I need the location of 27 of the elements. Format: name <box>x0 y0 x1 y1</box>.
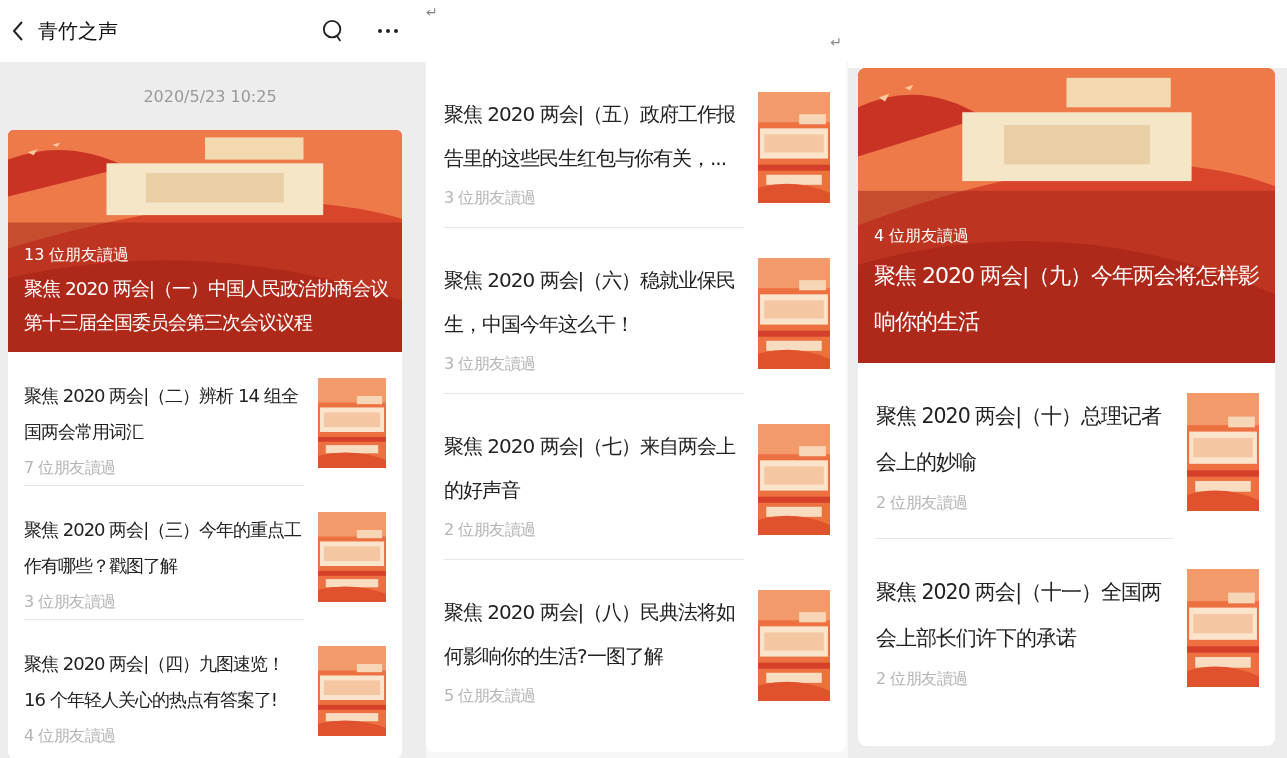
article-title[interactable]: 聚焦 2020 两会|（七）来自两会上的好声音 <box>444 424 744 512</box>
read-count: 13 位朋友讀過 <box>24 245 131 266</box>
read-count: 3 位朋友讀過 <box>444 354 537 375</box>
article-title[interactable]: 聚焦 2020 两会|（五）政府工作报告里的这些民生红包与你有关，... <box>444 92 744 180</box>
article-title[interactable]: 聚焦 2020 两会|（四）九图速览！16 个年轻人关心的热点有答案了! <box>24 646 304 718</box>
back-icon[interactable] <box>12 21 24 41</box>
read-count: 5 位朋友讀過 <box>444 686 537 707</box>
read-count: 3 位朋友讀過 <box>24 592 117 613</box>
article-title[interactable]: 聚焦 2020 两会|（十一）全国两会上部长们许下的承诺 <box>876 569 1173 661</box>
read-count: 2 位朋友讀過 <box>444 520 537 541</box>
article-title[interactable]: 聚焦 2020 两会|（十）总理记者会上的妙喻 <box>876 393 1173 485</box>
search-icon[interactable] <box>322 19 344 43</box>
more-icon[interactable] <box>378 29 398 33</box>
paragraph-mark: ↵ <box>426 3 438 20</box>
timestamp: 2020/5/23 10:25 <box>143 86 277 106</box>
article-title[interactable]: 聚焦 2020 两会|（八）民典法将如何影响你的生活?一图了解 <box>444 590 744 678</box>
read-count: 2 位朋友讀過 <box>876 493 969 514</box>
article-title[interactable]: 聚焦 2020 两会|（二）辨析 14 组全国两会常用词汇 <box>24 378 304 450</box>
paragraph-mark: ↵ <box>830 33 842 50</box>
read-count: 2 位朋友讀過 <box>876 669 969 690</box>
account-name: 青竹之声 <box>38 17 119 45</box>
read-count: 3 位朋友讀過 <box>444 188 537 209</box>
article-title[interactable]: 聚焦 2020 两会|（六）稳就业保民生，中国今年这么干！ <box>444 258 744 346</box>
read-count: 4 位朋友讀過 <box>24 726 117 747</box>
article-title[interactable]: 聚焦 2020 两会|（三）今年的重点工作有哪些？戳图了解 <box>24 512 304 584</box>
read-count: 4 位朋友讀過 <box>874 226 971 247</box>
read-count: 7 位朋友讀過 <box>24 458 117 479</box>
